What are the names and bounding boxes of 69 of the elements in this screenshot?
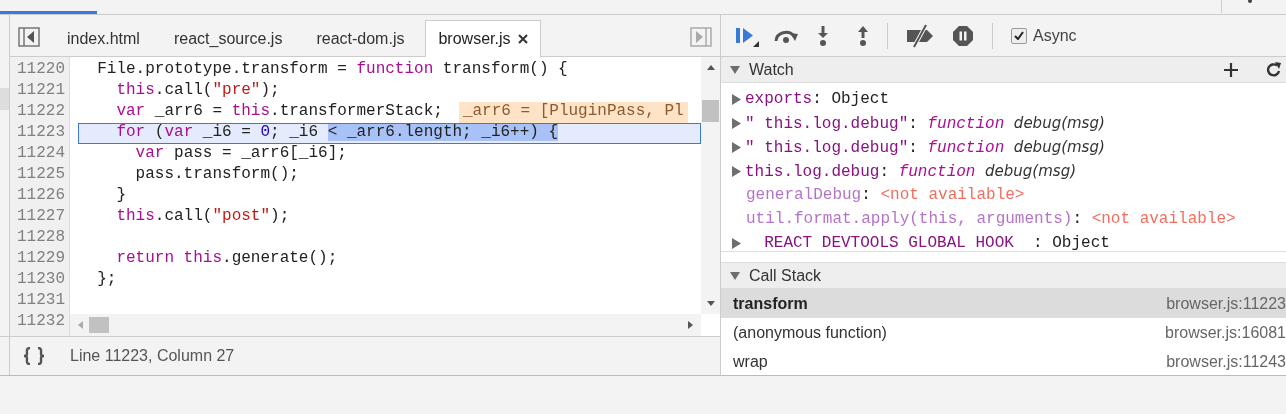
expand-arrow-icon[interactable] <box>730 64 740 75</box>
expand-arrow-icon[interactable] <box>732 141 741 153</box>
section-header[interactable]: Call Stack <box>721 263 1286 289</box>
call-frame[interactable]: transform browser.js:11223 <box>721 289 1286 318</box>
file-tab[interactable]: browser.js <box>425 19 542 57</box>
code-line: return this.generate(); <box>115 248 339 269</box>
line-number: 11220 <box>16 59 66 80</box>
watch-expression[interactable]: util.format.apply(this, arguments): <not available> <box>746 210 1236 228</box>
line-number: 11225 <box>16 164 66 185</box>
pause-on-exceptions-icon[interactable] <box>952 24 974 47</box>
code-line: var _arr6 = this.transformerStack; <box>115 101 443 122</box>
code-line: this.call("pre"); <box>115 80 281 101</box>
line-number: 11223 <box>16 122 66 143</box>
deactivate-breakpoints-icon[interactable] <box>906 23 934 48</box>
expand-arrow-icon[interactable] <box>730 270 740 281</box>
line-number: 11226 <box>16 185 66 206</box>
watch-expression[interactable]: exports: Object <box>745 90 890 108</box>
watch-expression[interactable]: " this.log.debug": function debug(msg) <box>745 113 1105 133</box>
line-number: 11222 <box>16 101 66 122</box>
code-line: } <box>115 185 127 206</box>
inline-value: _arr6 = [PluginPass, Pl <box>458 101 688 123</box>
step-into-icon[interactable] <box>817 25 829 46</box>
async-checkbox[interactable] <box>1011 27 1027 44</box>
line-number: 11231 <box>16 290 66 311</box>
code-line: File.prototype.transform = function transform() { <box>96 59 569 80</box>
expand-arrow-icon[interactable] <box>732 237 741 249</box>
expand-arrow-icon[interactable] <box>732 93 741 105</box>
cursor-position: Line 11223, Column 27 <box>70 347 235 366</box>
step-out-icon[interactable] <box>857 25 869 46</box>
close-icon[interactable] <box>518 33 529 44</box>
file-tab[interactable]: index.html <box>54 20 153 56</box>
code-line: var pass = _arr6[_i6]; <box>134 143 348 164</box>
panel-toggle-icon[interactable] <box>690 26 712 47</box>
vertical-scrollbar[interactable] <box>701 56 720 315</box>
async-label: Async <box>1033 26 1077 45</box>
more-menu-icon[interactable] <box>1247 0 1253 4</box>
expand-arrow-icon[interactable] <box>732 165 741 177</box>
scroll-right-arrow-icon[interactable] <box>688 321 693 330</box>
code-line: this.call("post"); <box>115 206 291 227</box>
watch-expression[interactable]: " this.log.debug": function debug(msg) <box>745 137 1105 157</box>
pretty-print-icon[interactable] <box>22 347 46 366</box>
scroll-up-arrow-icon[interactable] <box>706 64 715 70</box>
line-number: 11229 <box>16 248 66 269</box>
horizontal-scrollbar[interactable] <box>70 314 701 337</box>
line-number: 11224 <box>16 143 66 164</box>
code-line: pass.transform(); <box>134 164 300 185</box>
line-number: 11232 <box>16 311 66 332</box>
expand-arrow-icon[interactable] <box>732 117 741 129</box>
panel-toggle-icon[interactable] <box>18 26 40 47</box>
line-number: 11221 <box>16 80 66 101</box>
watch-expression[interactable]: this.log.debug: function debug(msg) <box>745 161 1076 181</box>
line-number: 11228 <box>16 227 66 248</box>
check-icon <box>1014 31 1024 40</box>
line-number: 11230 <box>16 269 66 290</box>
file-tab[interactable]: react_source.js <box>160 20 296 56</box>
file-tab[interactable]: react-dom.js <box>303 20 418 56</box>
code-line: }; <box>96 269 118 290</box>
scroll-down-arrow-icon[interactable] <box>706 301 715 307</box>
refresh-icon[interactable] <box>1266 61 1282 78</box>
resize-handle[interactable] <box>0 87 9 110</box>
section-header[interactable]: Watch <box>721 57 1286 83</box>
section-title: Watch <box>749 60 794 79</box>
section-title: Call Stack <box>749 266 822 285</box>
line-number: 11227 <box>16 206 66 227</box>
add-icon[interactable] <box>1223 61 1239 78</box>
scrollbar-thumb[interactable] <box>702 99 719 122</box>
watch-expression[interactable]: REACT DEVTOOLS GLOBAL HOOK : Object <box>745 234 1110 252</box>
watch-expression[interactable]: generalDebug: <not available> <box>746 186 1025 204</box>
scrollbar-thumb[interactable] <box>89 317 109 334</box>
